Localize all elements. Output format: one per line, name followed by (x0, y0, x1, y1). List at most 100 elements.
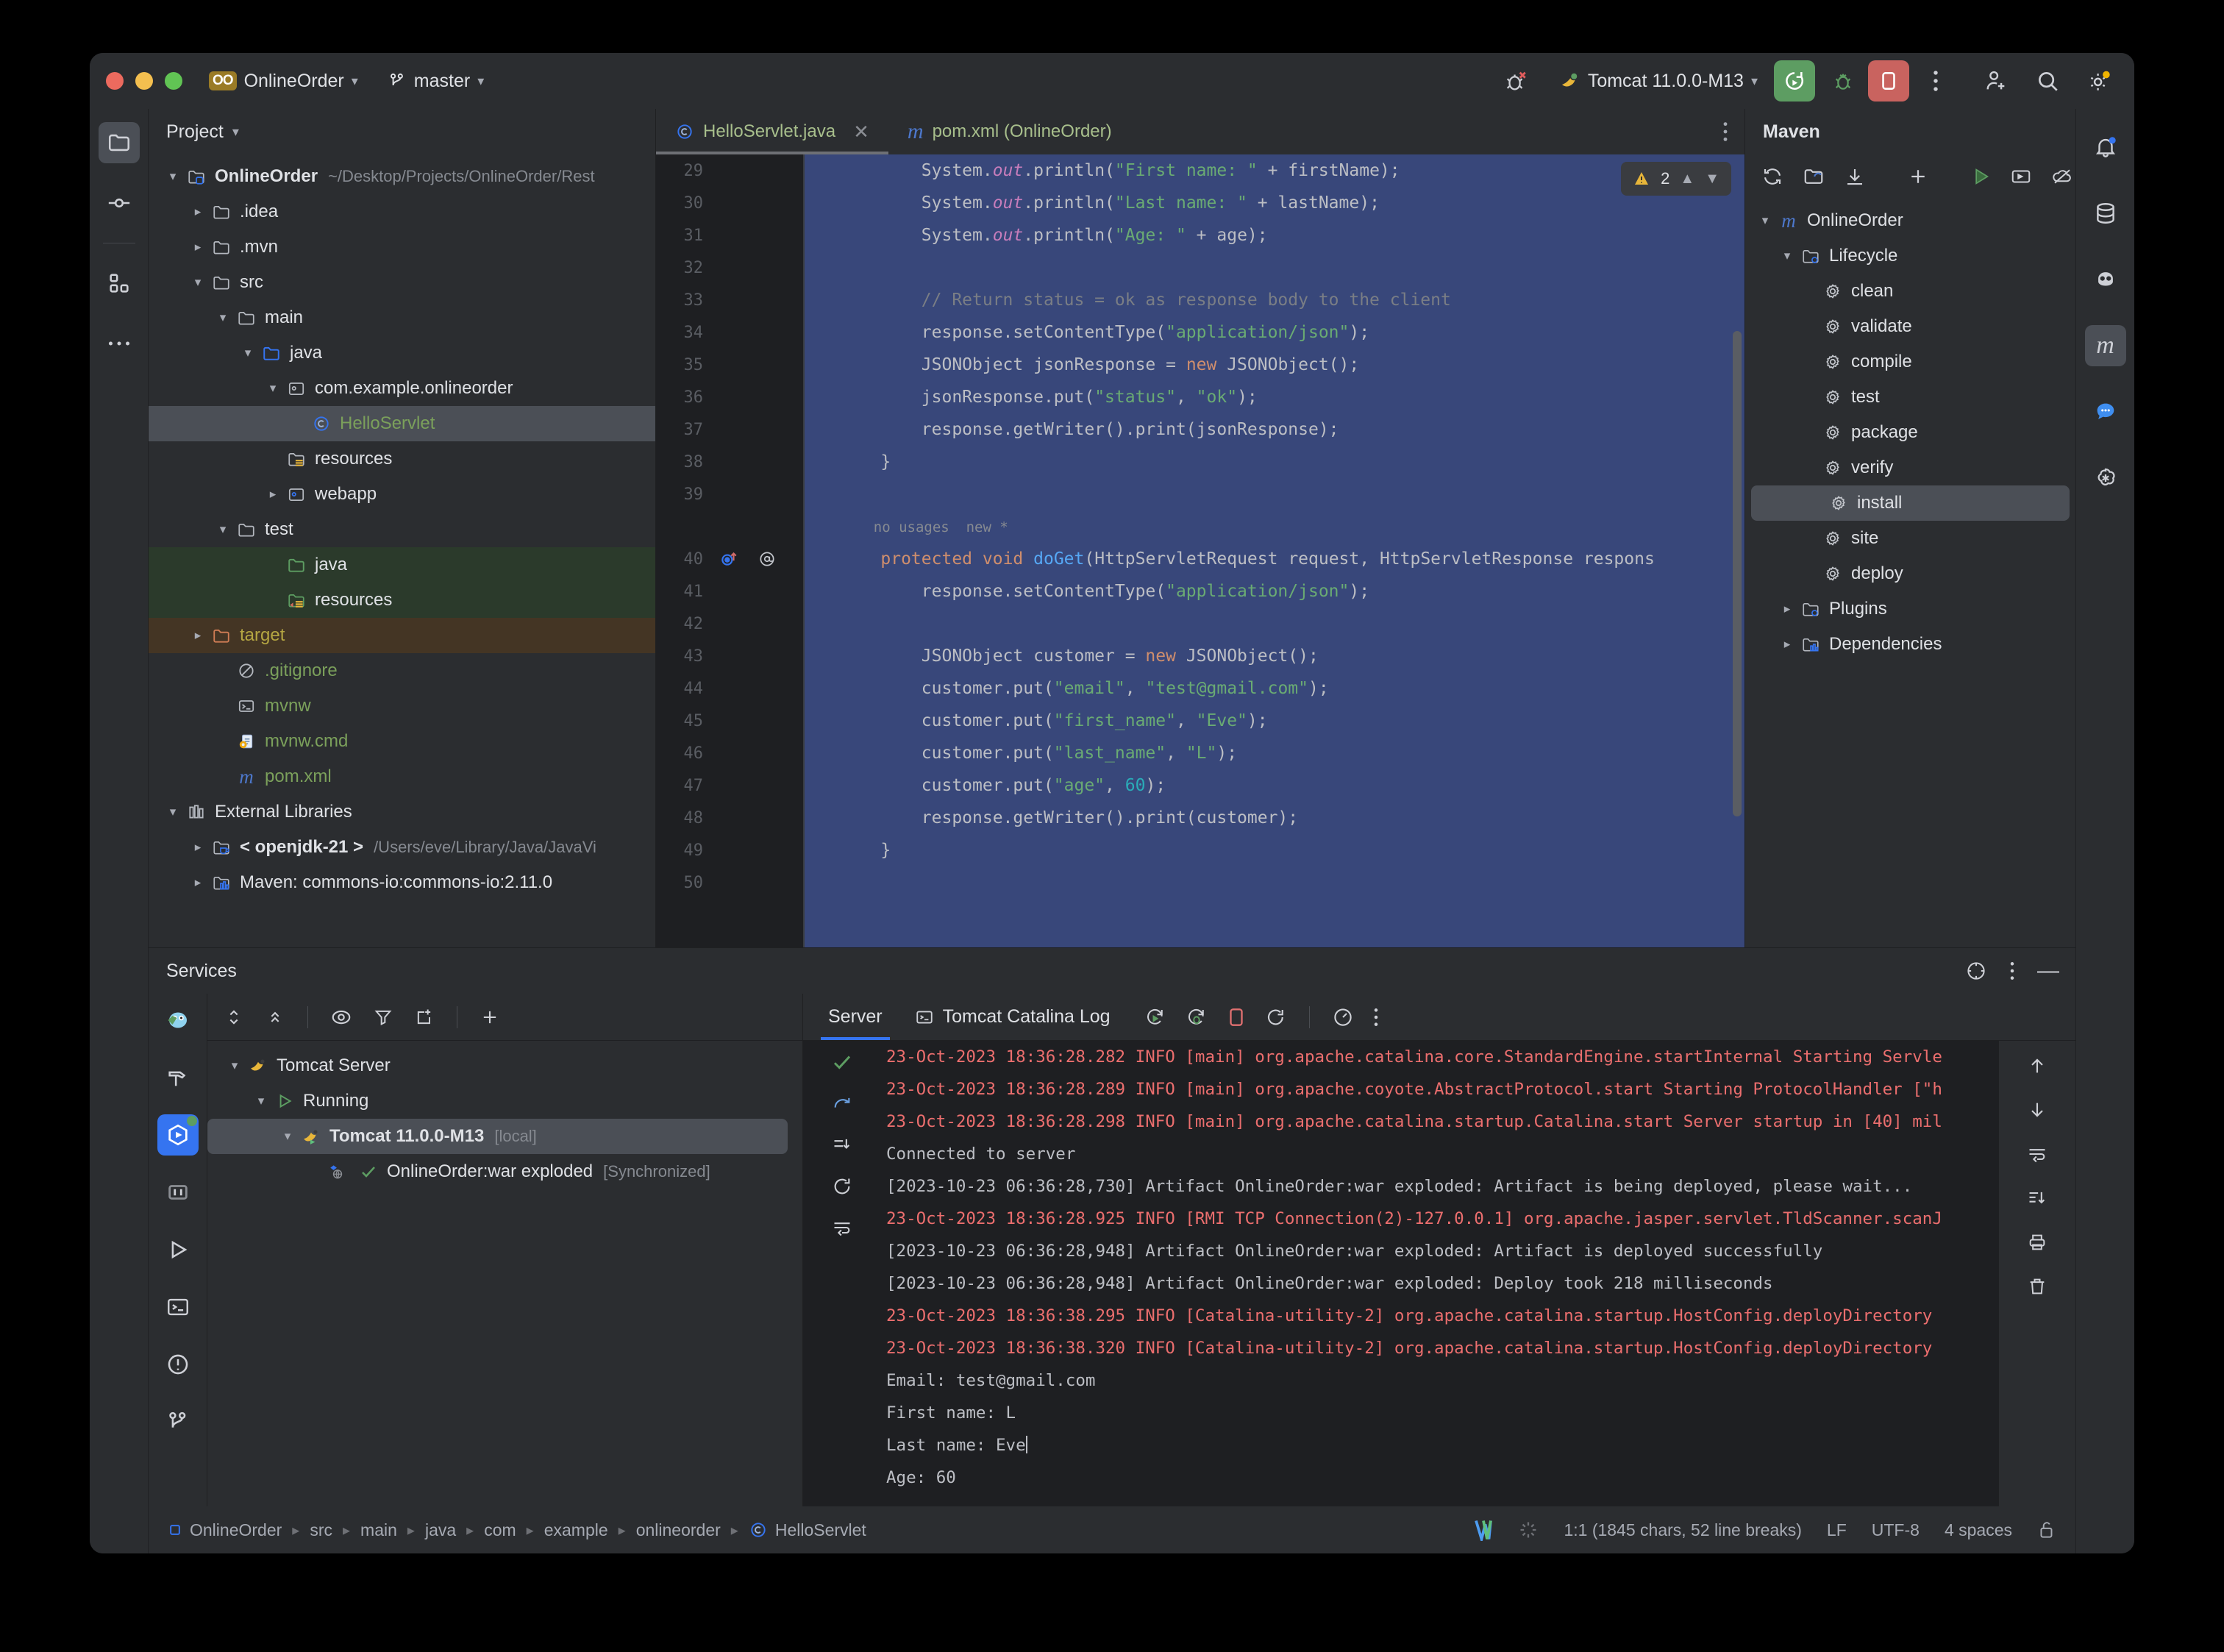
collapse-all-icon[interactable] (265, 1007, 285, 1028)
file-encoding[interactable]: UTF-8 (1872, 1520, 1920, 1540)
more-console-options-icon[interactable] (1373, 1007, 1379, 1028)
project-tree-item[interactable]: ▾java (149, 335, 655, 371)
chevron-down-icon[interactable]: ▾ (1754, 213, 1776, 228)
add-maven-project-icon[interactable] (1803, 165, 1825, 188)
gutter-line[interactable]: 43 (656, 640, 803, 672)
chevron-down-icon[interactable]: ▾ (212, 522, 234, 537)
maven-tree-item[interactable]: compile (1745, 344, 2075, 380)
chevron-down-icon[interactable]: ▾ (237, 346, 259, 360)
maven-tree-item[interactable]: ▾mOnlineOrder (1745, 203, 2075, 238)
project-tree-item[interactable]: ▸.mvn (149, 229, 655, 265)
next-problem-icon[interactable]: ▼ (1705, 171, 1719, 188)
sidebar-item-maven[interactable]: m (2085, 325, 2126, 366)
soft-wrap-icon[interactable] (832, 1217, 852, 1238)
chevron-down-icon[interactable]: ▾ (162, 805, 184, 819)
more-actions-icon[interactable] (1915, 60, 1956, 102)
project-tree-item[interactable]: mvnw.cmd (149, 724, 655, 759)
code-line[interactable]: jsonResponse.put("status", "ok"); (840, 381, 1744, 413)
maximize-window-button[interactable] (165, 72, 182, 90)
maven-tree-item[interactable]: validate (1745, 309, 2075, 344)
print-icon[interactable] (2027, 1232, 2047, 1253)
code-line[interactable]: response.setContentType("application/jso… (840, 575, 1744, 608)
maven-tree-item[interactable]: test (1745, 380, 2075, 415)
chevron-right-icon[interactable]: ▸ (187, 204, 209, 219)
sidebar-item-project[interactable] (99, 122, 140, 163)
database-icon[interactable] (2085, 193, 2126, 234)
profiler-icon[interactable] (1332, 1006, 1354, 1028)
breadcrumb-item[interactable]: onlineorder (636, 1520, 721, 1540)
maven-tree-item[interactable]: ▸Dependencies (1745, 627, 2075, 662)
more-options-icon[interactable] (2009, 961, 2015, 981)
code-line[interactable]: } (840, 834, 1744, 866)
project-tree-item[interactable]: ▸webapp (149, 477, 655, 512)
window-controls[interactable] (106, 72, 182, 90)
ai-assistant-icon[interactable] (2085, 259, 2126, 300)
gutter-line[interactable]: 41 (656, 575, 803, 608)
services-tree-item[interactable]: OnlineOrder:war exploded[Synchronized] (207, 1154, 802, 1189)
gutter-line[interactable]: 47 (656, 769, 803, 802)
method-override-icon[interactable] (719, 549, 738, 569)
project-tree-item[interactable]: .gitignore (149, 653, 655, 688)
sidebar-item-problems[interactable] (157, 1344, 199, 1385)
restart-icon[interactable] (1265, 1006, 1287, 1028)
project-tree-item[interactable]: ▸Maven: commons-io:commons-io:2.11.0 (149, 865, 655, 900)
code-area[interactable]: 2930313233343536373839404142434445464748… (656, 154, 1744, 947)
project-tree-item[interactable]: ▾src (149, 265, 655, 300)
project-tree[interactable]: ▾OnlineOrder~/Desktop/Projects/OnlineOrd… (149, 154, 655, 947)
show-hide-icon[interactable] (330, 1006, 352, 1028)
code-line[interactable]: // Return status = ok as response body t… (840, 284, 1744, 316)
tab-tomcat-catalina-log[interactable]: Tomcat Catalina Log (908, 994, 1118, 1040)
chevron-right-icon[interactable]: ▸ (187, 875, 209, 890)
maven-tree-item[interactable]: deploy (1745, 556, 2075, 591)
minimize-panel-icon[interactable]: — (2037, 967, 2059, 975)
add-goal-icon[interactable] (1907, 165, 1929, 188)
sidebar-item-services[interactable] (157, 1114, 199, 1156)
gutter-line[interactable]: 38 (656, 446, 803, 478)
editor-tab-helloservlet[interactable]: HelloServlet.java ✕ (656, 109, 888, 154)
resume-icon[interactable] (832, 1176, 852, 1197)
code-line[interactable] (840, 608, 1744, 640)
gutter-line[interactable]: 35 (656, 349, 803, 381)
services-tree-item[interactable]: ▾Tomcat 11.0.0-M13[local] (207, 1119, 788, 1154)
settings-icon[interactable] (1965, 960, 1987, 982)
gutter-line[interactable]: 40 (656, 543, 803, 575)
code-line[interactable] (840, 478, 1744, 510)
maven-tree-item[interactable]: clean (1745, 274, 2075, 309)
background-tasks-icon[interactable] (1518, 1520, 1539, 1540)
editor-vertical-scrollbar[interactable] (1733, 331, 1742, 816)
maven-tree-item[interactable]: ▾Lifecycle (1745, 238, 2075, 274)
sidebar-item-run[interactable] (157, 1229, 199, 1270)
branch-selector[interactable]: master ▾ (388, 71, 484, 92)
sidebar-item-version-control[interactable] (157, 1401, 199, 1442)
project-tree-item[interactable]: mpom.xml (149, 759, 655, 794)
chevron-down-icon[interactable]: ▾ (262, 381, 284, 396)
scroll-down-icon[interactable] (2027, 1100, 2047, 1120)
soft-wrap-lines-icon[interactable] (2027, 1144, 2047, 1164)
maven-tree-item[interactable]: site (1745, 521, 2075, 556)
chevron-down-icon[interactable]: ▾ (1776, 249, 1798, 263)
chevron-right-icon[interactable]: ▸ (1776, 637, 1798, 652)
caret-position[interactable]: 1:1 (1845 chars, 52 line breaks) (1564, 1520, 1801, 1540)
code-line[interactable]: protected void doGet(HttpServletRequest … (840, 543, 1744, 575)
run-configurations-icon[interactable] (2010, 165, 2032, 188)
add-service-icon[interactable] (480, 1007, 500, 1028)
code-line[interactable]: customer.put("email", "test@gmail.com"); (840, 672, 1744, 705)
unlock-icon[interactable] (2037, 1520, 2056, 1540)
gutter-line[interactable]: 42 (656, 608, 803, 640)
offline-mode-icon[interactable] (2051, 165, 2073, 188)
gutter-line[interactable]: 30 (656, 187, 803, 219)
services-tree-item[interactable]: ▾Running (207, 1083, 802, 1119)
breadcrumb-item[interactable]: com (484, 1520, 516, 1540)
code-line[interactable] (840, 866, 1744, 899)
gutter-line[interactable]: 50 (656, 866, 803, 899)
code-line[interactable]: JSONObject jsonResponse = new JSONObject… (840, 349, 1744, 381)
tab-server[interactable]: Server (821, 994, 890, 1040)
project-tree-item[interactable]: mvnw (149, 688, 655, 724)
code-line[interactable]: } (840, 446, 1744, 478)
project-tree-item[interactable]: ▾External Libraries (149, 794, 655, 830)
gutter-line[interactable]: 37 (656, 413, 803, 446)
maven-tree-item[interactable]: ▸Plugins (1745, 591, 2075, 627)
breadcrumb-item[interactable]: main (360, 1520, 397, 1540)
rerun-button[interactable] (1774, 60, 1815, 102)
maven-tree-item[interactable]: install (1751, 485, 2070, 521)
